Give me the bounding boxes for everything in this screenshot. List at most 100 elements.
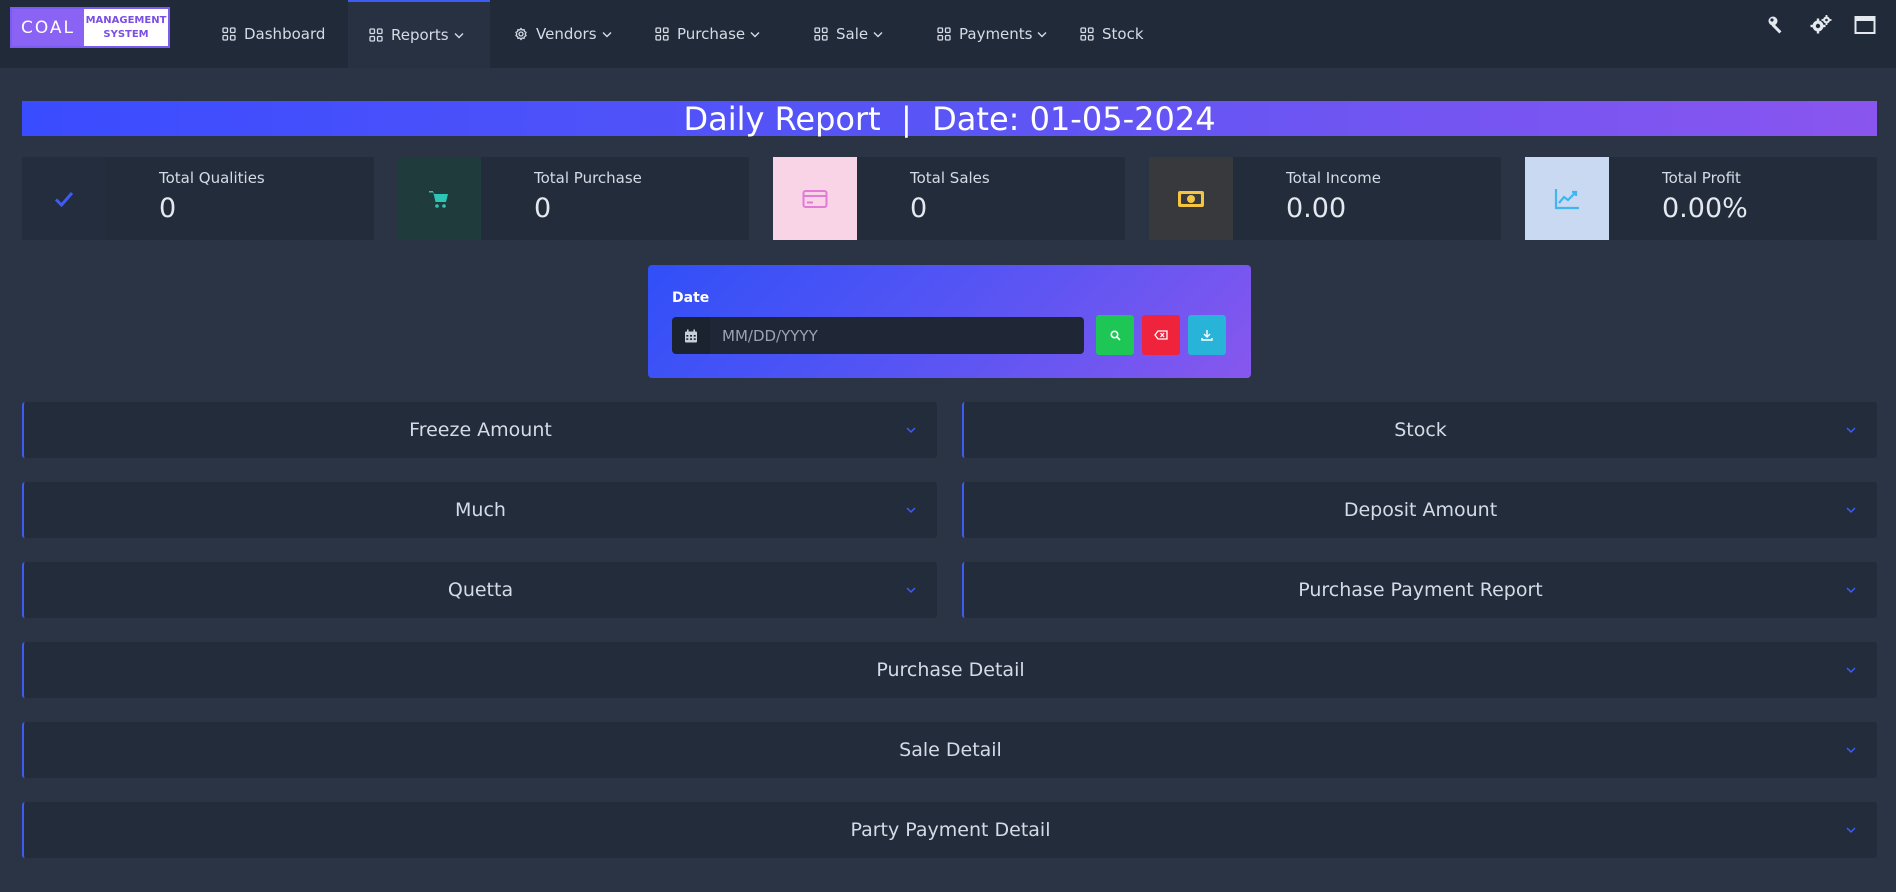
settings-icon[interactable]	[1810, 14, 1832, 36]
chevron-down-icon	[750, 31, 760, 37]
stat-card-total-sales: Total Sales 0	[773, 157, 1125, 240]
page-title-banner: Daily Report | Date: 01-05-2024	[22, 100, 1877, 138]
stat-card-total-purchase: Total Purchase 0	[397, 157, 749, 240]
chevron-down-icon	[1846, 427, 1856, 434]
chevron-down-icon	[1846, 747, 1856, 754]
chevron-down-icon	[1037, 31, 1047, 37]
stat-label: Total Qualities	[159, 169, 265, 187]
stat-label: Total Purchase	[534, 169, 642, 187]
stat-icon-box	[397, 157, 481, 240]
nav-label-reports: Reports	[391, 26, 449, 44]
calendar-icon[interactable]	[672, 317, 710, 354]
stat-label: Total Sales	[910, 169, 990, 187]
stat-body: Total Profit 0.00%	[1609, 157, 1748, 240]
navbar-actions	[1766, 14, 1876, 36]
nav-label-purchase: Purchase	[677, 25, 746, 43]
logo-line-1: MANAGEMENT	[85, 14, 167, 26]
date-filter-label: Date	[672, 290, 710, 306]
window-icon[interactable]	[1854, 14, 1876, 36]
main-nav: Dashboard Reports Vendors Purchase Sale …	[200, 0, 1183, 68]
nav-item-purchase[interactable]: Purchase	[639, 0, 793, 68]
accordion-title: Freeze Amount	[409, 419, 552, 441]
chevron-down-icon	[873, 31, 883, 37]
money-icon	[1178, 190, 1204, 207]
top-navbar: COAL MANAGEMENT SYSTEM Dashboard Reports…	[0, 0, 1896, 68]
grid-icon	[937, 27, 951, 41]
accordion-sale-detail[interactable]: Sale Detail	[22, 722, 1877, 778]
gear-icon	[515, 27, 527, 41]
chart-line-icon	[1554, 188, 1579, 209]
accordion-title: Sale Detail	[899, 739, 1002, 761]
accordion-party-payment-detail[interactable]: Party Payment Detail	[22, 802, 1877, 858]
accordion-purchase-detail[interactable]: Purchase Detail	[22, 642, 1877, 698]
check-icon	[54, 191, 74, 207]
accordion-title: Stock	[1394, 419, 1447, 441]
accordion-quetta[interactable]: Quetta	[22, 562, 937, 618]
stat-icon-box	[773, 157, 857, 240]
chevron-down-icon	[602, 31, 612, 37]
date-filter-panel: Date	[648, 265, 1251, 378]
chevron-down-icon	[906, 507, 916, 514]
accordion-title: Quetta	[447, 579, 514, 601]
logo-line-2: SYSTEM	[103, 28, 149, 40]
nav-item-dashboard[interactable]: Dashboard	[200, 0, 348, 68]
accordion-title: Much	[455, 499, 506, 521]
stat-value: 0	[910, 193, 928, 224]
search-icon	[1109, 329, 1121, 341]
stat-card-total-income: Total Income 0.00	[1149, 157, 1501, 240]
stat-body: Total Sales 0	[857, 157, 990, 240]
stat-value: 0	[534, 193, 552, 224]
stat-label: Total Profit	[1662, 169, 1741, 187]
stat-value: 0.00%	[1662, 193, 1748, 224]
chevron-down-icon	[1846, 667, 1856, 674]
accordion-freeze-amount[interactable]: Freeze Amount	[22, 402, 937, 458]
app-logo[interactable]: COAL MANAGEMENT SYSTEM	[10, 7, 170, 48]
accordion-title: Purchase Payment Report	[1298, 579, 1543, 601]
nav-label-vendors: Vendors	[536, 25, 597, 43]
stat-body: Total Purchase 0	[481, 157, 642, 240]
nav-item-stock[interactable]: Stock	[1073, 0, 1183, 68]
accordion-much[interactable]: Much	[22, 482, 937, 538]
chevron-down-icon	[906, 587, 916, 594]
stat-label: Total Income	[1286, 169, 1381, 187]
grid-icon	[814, 27, 828, 41]
date-input[interactable]	[710, 317, 1084, 354]
chevron-down-icon	[1846, 507, 1856, 514]
stat-icon-box	[22, 157, 106, 240]
stat-body: Total Income 0.00	[1233, 157, 1381, 240]
accordion-title: Deposit Amount	[1343, 499, 1498, 521]
stat-icon-box	[1149, 157, 1233, 240]
stat-card-total-qualities: Total Qualities 0	[22, 157, 374, 240]
nav-label-payments: Payments	[959, 25, 1033, 43]
nav-item-sale[interactable]: Sale	[793, 0, 914, 68]
accordion-deposit-amount[interactable]: Deposit Amount	[962, 482, 1877, 538]
cart-icon	[429, 190, 448, 208]
accordion-title: Purchase Detail	[876, 659, 1025, 681]
accordion-title: Party Payment Detail	[850, 819, 1051, 841]
accordion-stock[interactable]: Stock	[962, 402, 1877, 458]
chevron-down-icon	[906, 427, 916, 434]
accordion-purchase-payment-report[interactable]: Purchase Payment Report	[962, 562, 1877, 618]
nav-label-dashboard: Dashboard	[244, 25, 326, 43]
nav-item-reports[interactable]: Reports	[348, 0, 490, 68]
nav-label-sale: Sale	[836, 25, 869, 43]
nav-label-stock: Stock	[1102, 25, 1144, 43]
grid-icon	[222, 27, 236, 41]
key-icon[interactable]	[1766, 14, 1788, 36]
logo-text-coal: COAL	[12, 9, 84, 46]
grid-icon	[1080, 27, 1094, 41]
clear-button[interactable]	[1142, 315, 1180, 355]
stat-card-total-profit: Total Profit 0.00%	[1525, 157, 1877, 240]
nav-item-payments[interactable]: Payments	[914, 0, 1073, 68]
search-button[interactable]	[1096, 315, 1134, 355]
download-button[interactable]	[1188, 315, 1226, 355]
backspace-icon	[1154, 330, 1168, 340]
nav-item-vendors[interactable]: Vendors	[490, 0, 639, 68]
stat-value: 0.00	[1286, 193, 1347, 224]
chevron-down-icon	[454, 32, 464, 38]
logo-text-subtitle: MANAGEMENT SYSTEM	[84, 9, 168, 46]
credit-card-icon	[802, 189, 828, 208]
stat-body: Total Qualities 0	[106, 157, 265, 240]
stat-icon-box	[1525, 157, 1609, 240]
grid-icon	[369, 28, 383, 42]
